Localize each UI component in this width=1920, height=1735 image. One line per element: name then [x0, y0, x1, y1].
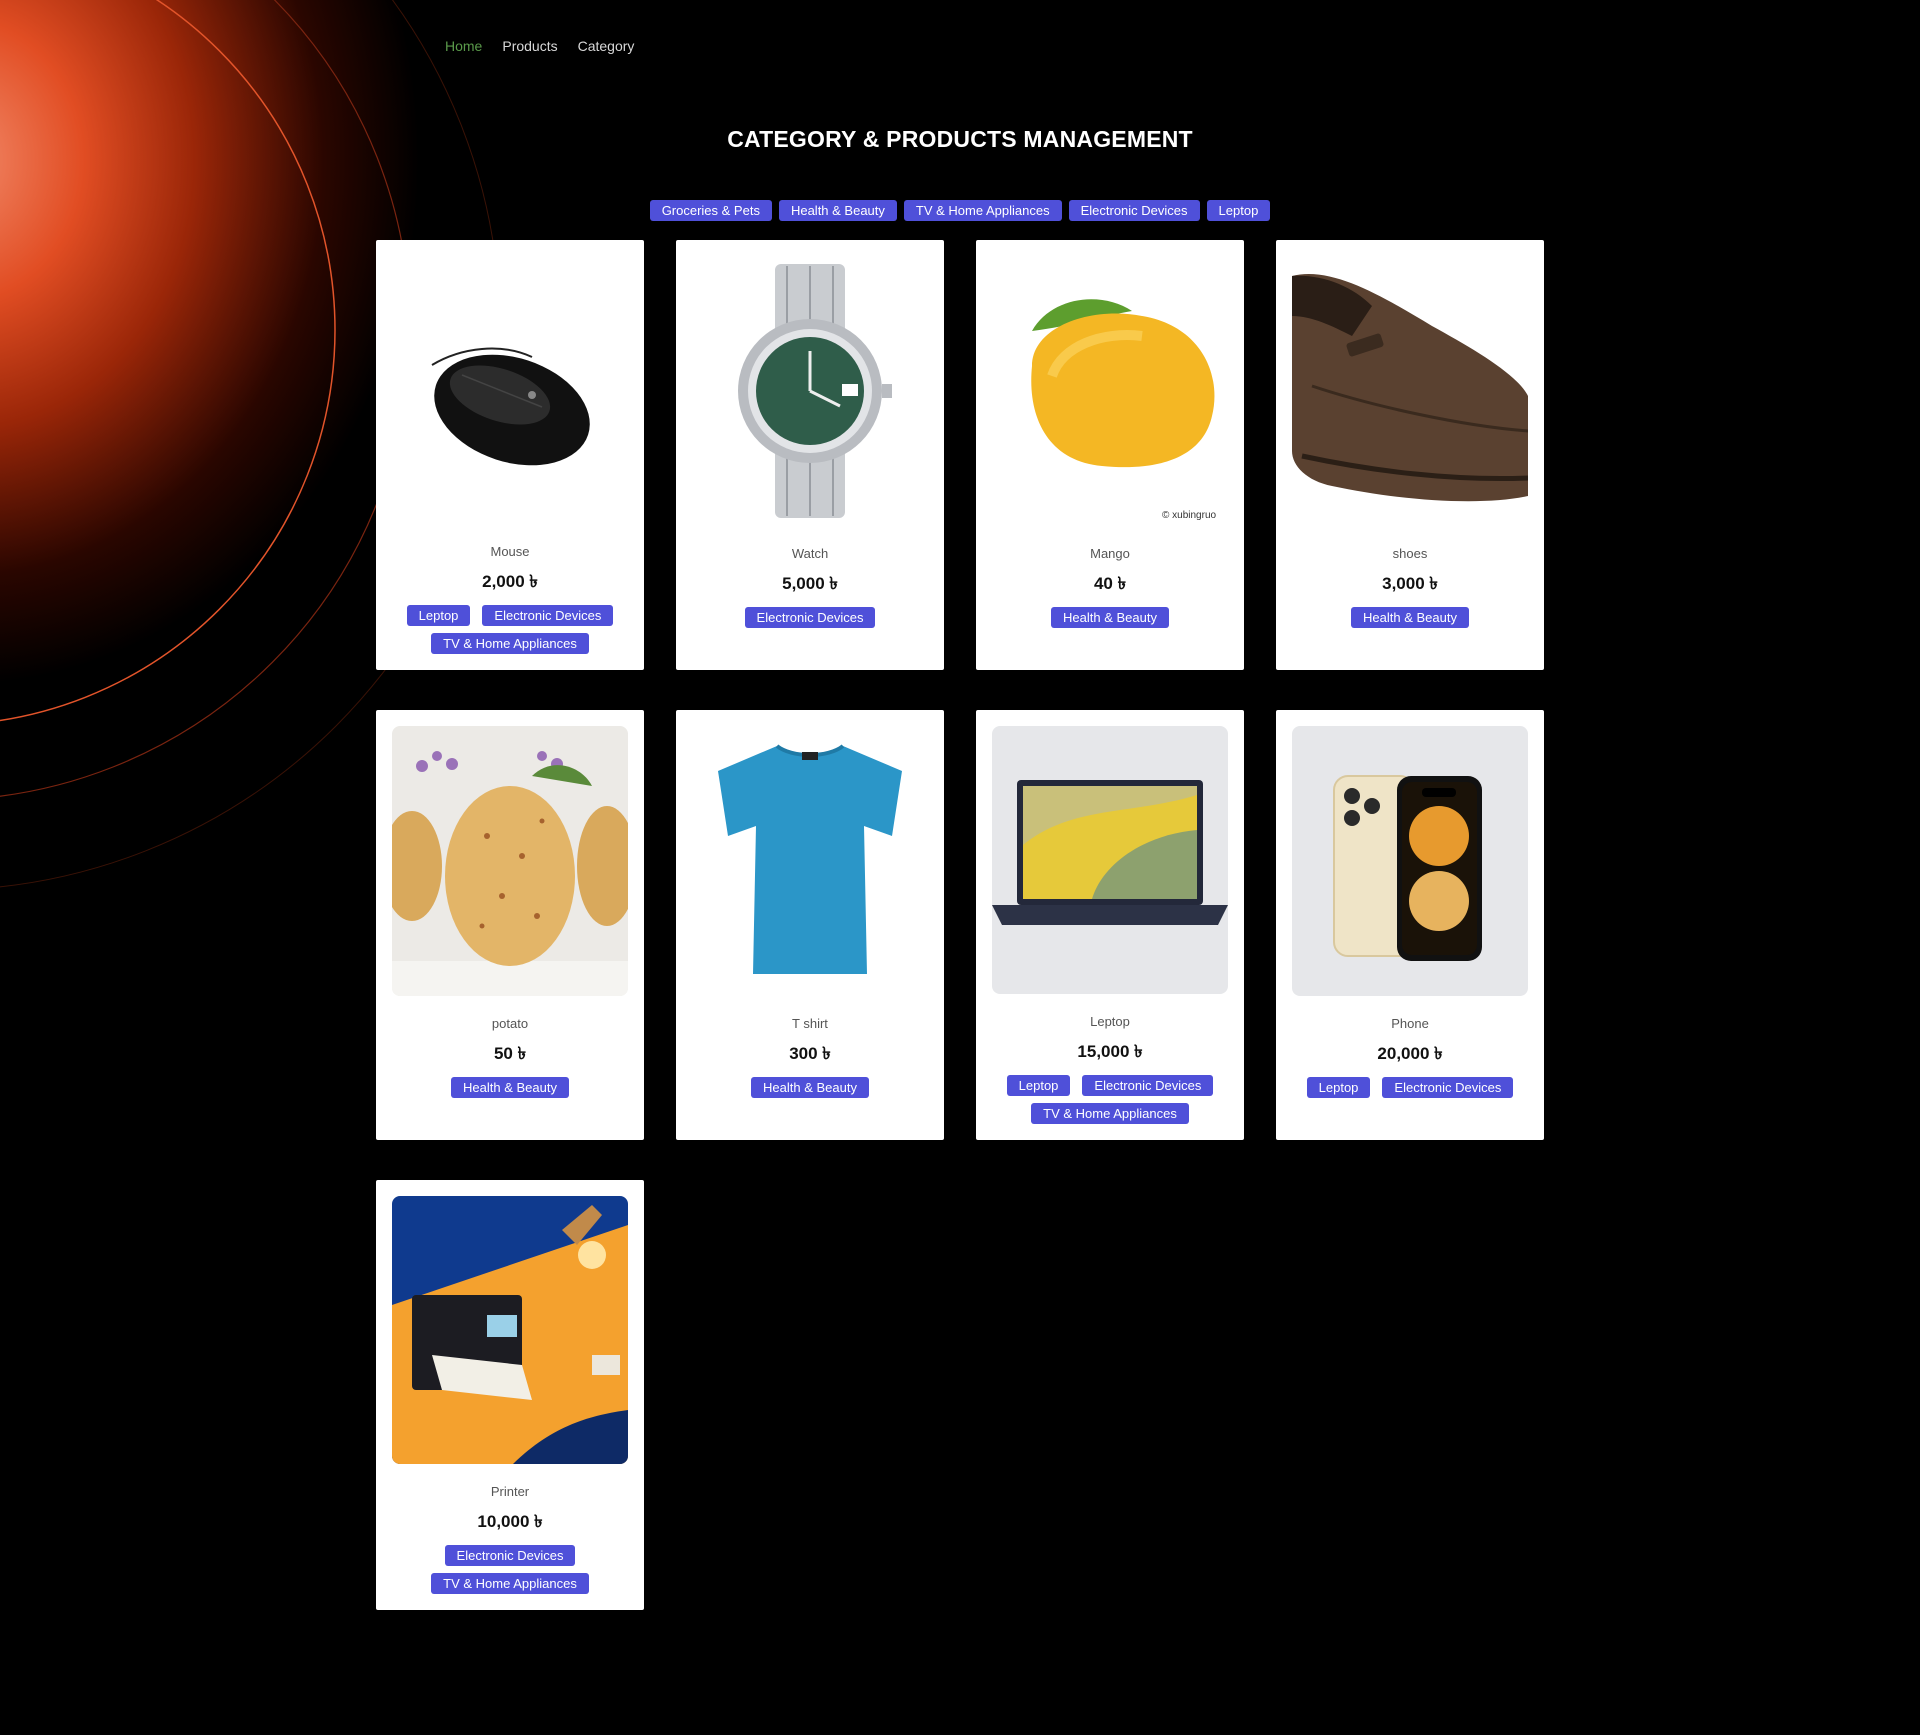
product-image-laptop — [992, 726, 1228, 994]
product-price: 2,000 ৳ — [482, 572, 538, 591]
filter-tv-home-appliances[interactable]: TV & Home Appliances — [903, 200, 1062, 221]
top-nav: Home Products Category — [445, 38, 634, 54]
product-name: Watch — [791, 546, 829, 561]
product-name: T shirt — [792, 1016, 828, 1031]
product-image-printer — [392, 1196, 628, 1464]
category-badge: Electronic Devices — [482, 605, 614, 626]
product-categories: Health & Beauty — [392, 1077, 628, 1098]
product-image-mango: © xubingruo — [992, 256, 1228, 526]
product-price: 15,000 ৳ — [1077, 1042, 1143, 1061]
product-image-watch — [692, 256, 928, 526]
product-categories: Health & Beauty — [992, 607, 1228, 628]
product-categories: Electronic Devices — [692, 607, 928, 628]
product-categories: Leptop Electronic Devices TV & Home Appl… — [992, 1075, 1228, 1124]
nav-home[interactable]: Home — [445, 38, 482, 54]
product-categories: Health & Beauty — [1292, 607, 1528, 628]
filter-groceries-pets[interactable]: Groceries & Pets — [649, 200, 772, 221]
nav-category[interactable]: Category — [578, 38, 635, 54]
product-card[interactable]: potato 50 ৳ Health & Beauty — [376, 710, 644, 1140]
category-badge: Electronic Devices — [444, 1545, 576, 1566]
product-card[interactable]: Watch 5,000 ৳ Electronic Devices — [676, 240, 944, 670]
product-price: 3,000 ৳ — [1382, 574, 1438, 593]
filter-health-beauty[interactable]: Health & Beauty — [778, 200, 897, 221]
page-title: CATEGORY & PRODUCTS MANAGEMENT — [727, 126, 1193, 152]
product-name: Mango — [1090, 546, 1130, 561]
category-badge: Electronic Devices — [744, 607, 876, 628]
category-badge: Leptop — [406, 605, 471, 626]
product-image-potato — [392, 726, 628, 996]
category-badge: Health & Beauty — [1051, 607, 1169, 628]
product-price: 40 ৳ — [1093, 574, 1127, 593]
product-card[interactable]: Leptop 15,000 ৳ Leptop Electronic Device… — [976, 710, 1244, 1140]
product-card[interactable]: Printer 10,000 ৳ Electronic Devices TV &… — [376, 1180, 644, 1610]
category-badge: Leptop — [1306, 1077, 1371, 1098]
product-price: 10,000 ৳ — [477, 1512, 543, 1531]
product-card[interactable]: Phone 20,000 ৳ Leptop Electronic Devices — [1276, 710, 1544, 1140]
product-image-shoe — [1292, 256, 1528, 526]
product-image-phone — [1292, 726, 1528, 996]
category-badge: Electronic Devices — [1382, 1077, 1514, 1098]
product-price: 5,000 ৳ — [782, 574, 838, 593]
category-badge: Health & Beauty — [451, 1077, 569, 1098]
category-badge: Leptop — [1006, 1075, 1071, 1096]
image-caption: © xubingruo — [1162, 510, 1217, 521]
category-badge: TV & Home Appliances — [431, 1573, 589, 1594]
product-price: 50 ৳ — [493, 1044, 527, 1063]
category-filter-bar: Groceries & Pets Health & Beauty TV & Ho… — [0, 200, 1920, 221]
filter-electronic-devices[interactable]: Electronic Devices — [1068, 200, 1200, 221]
category-badge: TV & Home Appliances — [1031, 1103, 1189, 1124]
product-card[interactable]: Mouse 2,000 ৳ Leptop Electronic Devices … — [376, 240, 644, 670]
product-price: 20,000 ৳ — [1377, 1044, 1443, 1063]
product-price: 300 ৳ — [789, 1044, 831, 1063]
category-badge: Health & Beauty — [1351, 607, 1469, 628]
category-badge: Health & Beauty — [751, 1077, 869, 1098]
product-categories: Leptop Electronic Devices TV & Home Appl… — [392, 605, 628, 654]
product-categories: Health & Beauty — [692, 1077, 928, 1098]
product-name: potato — [491, 1016, 529, 1031]
product-grid: Mouse 2,000 ৳ Leptop Electronic Devices … — [376, 240, 1544, 1610]
product-card[interactable]: © xubingruo Mango 40 ৳ Health & Beauty — [976, 240, 1244, 670]
product-name: Leptop — [1090, 1014, 1130, 1029]
product-name: Phone — [1391, 1016, 1429, 1031]
filter-leptop[interactable]: Leptop — [1206, 200, 1271, 221]
product-name: Mouse — [490, 544, 530, 559]
product-image-mouse — [392, 256, 628, 524]
product-image-tshirt — [692, 726, 928, 996]
product-categories: Leptop Electronic Devices — [1292, 1077, 1528, 1098]
product-name: shoes — [1392, 546, 1428, 561]
product-card[interactable]: shoes 3,000 ৳ Health & Beauty — [1276, 240, 1544, 670]
product-card[interactable]: T shirt 300 ৳ Health & Beauty — [676, 710, 944, 1140]
product-categories: Electronic Devices TV & Home Appliances — [392, 1545, 628, 1594]
nav-products[interactable]: Products — [502, 38, 557, 54]
category-badge: TV & Home Appliances — [431, 633, 589, 654]
product-name: Printer — [490, 1484, 530, 1499]
category-badge: Electronic Devices — [1082, 1075, 1214, 1096]
